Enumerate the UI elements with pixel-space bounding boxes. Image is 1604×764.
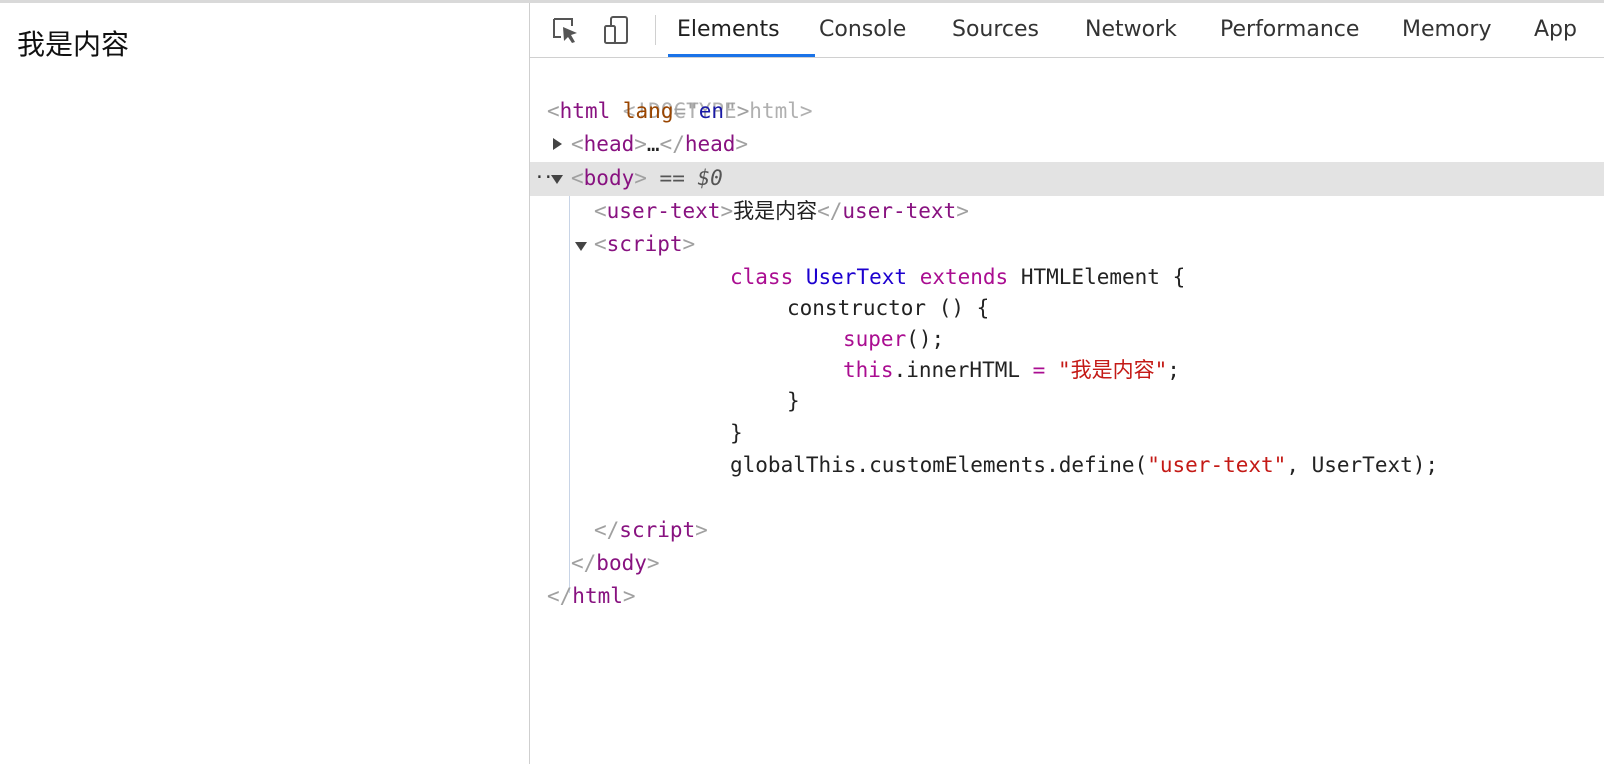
- tab-application[interactable]: App: [1534, 3, 1577, 57]
- code-line-5: }: [787, 389, 800, 413]
- dom-node-head[interactable]: <head>…</head>: [571, 128, 748, 161]
- user-text-tag-name: user-text: [606, 199, 721, 223]
- device-toolbar-icon[interactable]: [600, 13, 634, 47]
- dom-node-user-text[interactable]: <user-text>我是内容</user-text>: [594, 195, 969, 228]
- user-text-close-tag-name: user-text: [842, 199, 957, 223]
- script-tag-name: script: [606, 232, 683, 256]
- user-text-content: 我是内容: [17, 28, 130, 61]
- body-tag-name: body: [583, 166, 635, 190]
- html-close-tag-name: html: [572, 584, 623, 608]
- tab-elements[interactable]: Elements: [677, 3, 780, 57]
- html-tag-name: html: [559, 99, 611, 123]
- collapsed-ellipsis: …: [646, 132, 660, 156]
- dom-node-doctype[interactable]: <!DOCTYPE html>: [547, 62, 813, 123]
- dom-node-body[interactable]: <body> == $0: [571, 162, 723, 195]
- dom-node-html-close[interactable]: </html>: [547, 580, 636, 613]
- script-close-tag-name: script: [619, 518, 696, 542]
- tab-memory[interactable]: Memory: [1402, 3, 1491, 57]
- dom-node-script[interactable]: <script>: [594, 228, 695, 261]
- head-close-tag-name: head: [684, 132, 736, 156]
- page-viewport: 我是内容: [0, 3, 529, 764]
- head-tag-name: head: [583, 132, 635, 156]
- expand-triangle-right-icon[interactable]: [553, 138, 562, 150]
- collapse-triangle-down-icon[interactable]: [551, 175, 563, 184]
- dom-node-html[interactable]: <html lang="en">: [547, 95, 749, 128]
- collapse-triangle-down-icon[interactable]: [575, 242, 587, 251]
- tab-sources[interactable]: Sources: [952, 3, 1039, 57]
- tab-console[interactable]: Console: [819, 3, 906, 57]
- tab-performance[interactable]: Performance: [1220, 3, 1359, 57]
- attr-name: lang: [622, 99, 674, 123]
- inspect-element-icon[interactable]: [548, 13, 582, 47]
- dom-tree: <!DOCTYPE html> <html lang="en"> <head>……: [530, 57, 1604, 764]
- toolbar-separator: [655, 15, 656, 45]
- body-close-tag-name: body: [596, 551, 647, 575]
- code-line-4: this.innerHTML = "我是内容";: [843, 358, 1180, 382]
- devtools-panel: Elements Console Sources Network Perform…: [529, 3, 1604, 764]
- code-line-3: super();: [843, 327, 945, 351]
- code-line-6: }: [730, 421, 743, 445]
- dom-node-script-close[interactable]: </script>: [594, 514, 708, 547]
- selected-node-marker: == $0: [659, 166, 723, 190]
- dom-node-body-close[interactable]: </body>: [571, 547, 660, 580]
- code-line-1: class UserText extends HTMLElement {: [730, 265, 1186, 289]
- attr-value: en: [698, 99, 725, 123]
- code-line-7: globalThis.customElements.define("user-t…: [730, 453, 1439, 477]
- user-text-node-text: 我是内容: [733, 199, 818, 223]
- devtools-toolbar: Elements Console Sources Network Perform…: [530, 3, 1604, 58]
- indent-guide: [569, 196, 570, 593]
- code-line-2: constructor () {: [787, 296, 990, 320]
- tab-network[interactable]: Network: [1085, 3, 1177, 57]
